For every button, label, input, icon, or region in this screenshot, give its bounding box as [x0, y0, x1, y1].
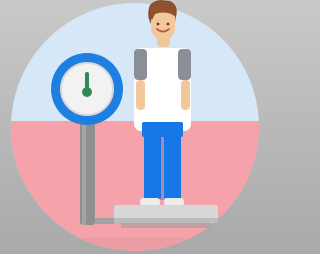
- scale-gauge: [51, 53, 123, 125]
- person-left-leg: [144, 127, 161, 199]
- person-right-leg: [164, 127, 181, 199]
- person-right-sleeve: [178, 49, 191, 80]
- floor-shadow: [11, 238, 259, 251]
- scale-base-connector: [95, 218, 114, 224]
- person-right-arm: [181, 80, 190, 110]
- scale-illustration: [0, 0, 270, 254]
- person-left-sleeve: [134, 49, 147, 80]
- person-right-shoe: [164, 198, 184, 206]
- person-leg-gap: [160, 137, 164, 200]
- person-left-arm: [136, 80, 145, 110]
- scale-pole: [80, 114, 95, 225]
- person-left-shoe: [140, 198, 160, 206]
- gauge-pivot: [82, 87, 92, 97]
- person-right-eye: [166, 22, 170, 26]
- scale-platform: [114, 205, 218, 228]
- person-hips: [142, 122, 183, 137]
- person-left-eye: [156, 22, 160, 26]
- person-on-weighing-scale-icon: [11, 0, 259, 251]
- floor-background: [11, 121, 259, 251]
